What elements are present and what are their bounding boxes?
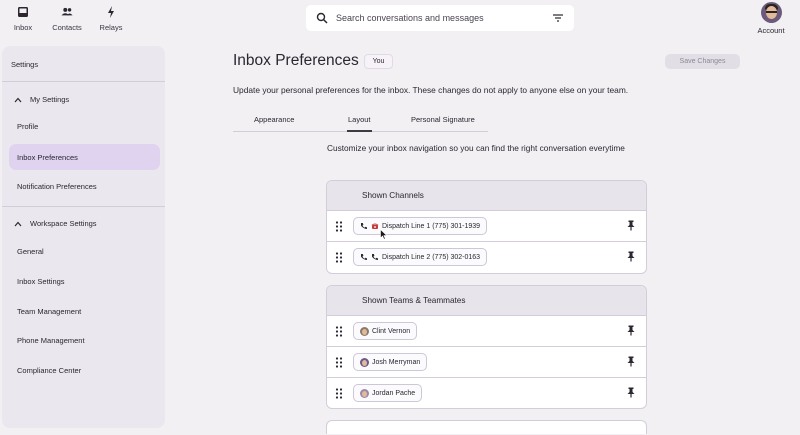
avatar [360, 357, 369, 367]
phone-icon [361, 254, 367, 260]
list-item: Dispatch Line 1 (775) 301-1939 [327, 211, 646, 242]
shown-teammates-panel: Shown Teams & Teammates Clint Vernon Jos… [326, 285, 647, 409]
channel-chip: Dispatch Line 1 (775) 301-1939 [353, 217, 488, 235]
teammate-name: Clint Vernon [372, 327, 411, 335]
page-title: Inbox Preferences [233, 52, 359, 69]
shown-channels-panel: Shown Channels Dispatch Line 1 (775) 301… [326, 180, 647, 274]
list-item: Clint Vernon [327, 316, 646, 347]
channel-name: Dispatch Line 1 (775) 301-1939 [382, 222, 481, 230]
sidebar-item-inbox-preferences-label: Inbox Preferences [17, 153, 78, 162]
phone-icon [361, 223, 367, 229]
teammate-name: Jordan Pache [372, 389, 416, 397]
nav-relays[interactable]: Relays [88, 4, 134, 36]
account-label: Account [757, 26, 785, 35]
drag-handle-icon[interactable] [335, 221, 343, 232]
inbox-icon [18, 7, 28, 17]
mouse-cursor-icon [380, 229, 388, 240]
lightning-icon [108, 6, 114, 18]
nav-contacts[interactable]: Contacts [44, 4, 90, 36]
account-menu[interactable]: Account [752, 2, 790, 38]
sidebar-item-general[interactable]: General [17, 247, 44, 256]
avatar [760, 2, 782, 23]
filter-icon[interactable] [552, 12, 564, 24]
list-item: Dispatch Line 2 (775) 302-0163 [327, 242, 646, 273]
active-tab-indicator [347, 130, 372, 132]
drag-handle-icon[interactable] [335, 388, 343, 399]
section-my-settings-label: My Settings [30, 95, 70, 104]
section-my-settings[interactable]: My Settings [14, 95, 69, 104]
tab-layout[interactable]: Layout [348, 115, 371, 124]
telephone-red-icon [371, 223, 379, 229]
section-workspace-settings-label: Workspace Settings [30, 219, 97, 228]
sidebar-title: Settings [11, 60, 39, 69]
page-subtitle: Update your personal preferences for the… [233, 85, 629, 95]
divider [2, 206, 165, 207]
chevron-up-icon [14, 97, 22, 102]
chevron-up-icon [14, 221, 22, 226]
settings-sidebar: Settings My Settings Profile Inbox Prefe… [2, 46, 165, 428]
drag-handle-icon[interactable] [335, 252, 343, 263]
list-item: Jordan Pache [327, 378, 646, 408]
divider [2, 81, 165, 82]
sidebar-item-notification-preferences[interactable]: Notification Preferences [17, 182, 97, 191]
shown-teammates-heading: Shown Teams & Teammates [327, 286, 646, 316]
pin-icon[interactable] [626, 251, 636, 262]
tab-personal-signature[interactable]: Personal Signature [411, 115, 475, 124]
nav-inbox[interactable]: Inbox [0, 4, 46, 36]
drag-handle-icon[interactable] [335, 357, 343, 368]
phone-icon [372, 254, 378, 260]
sidebar-item-compliance-center[interactable]: Compliance Center [17, 366, 81, 375]
sidebar-item-profile[interactable]: Profile [17, 122, 38, 131]
drag-handle-icon[interactable] [335, 326, 343, 337]
tab-appearance[interactable]: Appearance [254, 115, 294, 124]
pin-icon[interactable] [626, 387, 636, 398]
search-icon [316, 12, 328, 24]
you-badge: You [364, 54, 393, 69]
top-navigation: Inbox Contacts Relays Account [0, 0, 800, 40]
save-changes-button[interactable]: Save Changes [665, 54, 740, 69]
nav-relays-label: Relays [99, 23, 123, 32]
pin-icon[interactable] [626, 325, 636, 336]
teammate-chip: Jordan Pache [353, 384, 423, 402]
next-panel [326, 420, 647, 434]
pin-icon[interactable] [626, 220, 636, 231]
shown-channels-heading: Shown Channels [327, 181, 646, 211]
avatar [360, 388, 369, 398]
sidebar-item-team-management[interactable]: Team Management [17, 307, 81, 316]
channel-chip: Dispatch Line 2 (775) 302-0163 [353, 248, 488, 266]
teammate-name: Josh Merryman [372, 358, 421, 366]
channel-name: Dispatch Line 2 (775) 302-0163 [382, 253, 481, 261]
teammate-chip: Josh Merryman [353, 353, 428, 371]
search-bar[interactable] [306, 5, 574, 31]
sidebar-item-phone-management[interactable]: Phone Management [17, 336, 85, 345]
section-workspace-settings[interactable]: Workspace Settings [14, 219, 97, 228]
nav-inbox-label: Inbox [13, 23, 33, 32]
nav-contacts-label: Contacts [52, 23, 82, 32]
contacts-icon [61, 7, 73, 16]
avatar [360, 326, 369, 336]
preference-tabs: Appearance Layout Personal Signature [233, 108, 488, 132]
pin-icon[interactable] [626, 356, 636, 367]
teammate-chip: Clint Vernon [353, 322, 418, 340]
layout-description: Customize your inbox navigation so you c… [327, 143, 625, 153]
list-item: Josh Merryman [327, 347, 646, 378]
sidebar-item-inbox-settings[interactable]: Inbox Settings [17, 277, 65, 286]
search-input[interactable] [336, 13, 552, 23]
